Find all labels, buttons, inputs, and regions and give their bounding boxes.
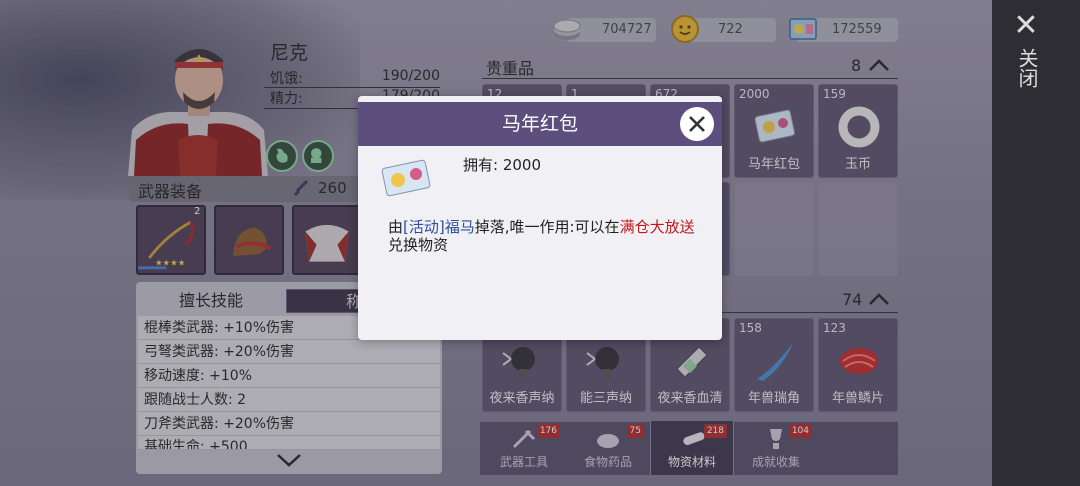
- dialog-title: 马年红包: [501, 113, 578, 135]
- red-packet-ticket-icon: [381, 159, 431, 197]
- desc-prefix: 由: [388, 218, 404, 236]
- desc-suffix: 兑换物资: [388, 236, 449, 254]
- dialog-close-button[interactable]: [680, 107, 714, 141]
- desc-event-link: 满仓大放送: [619, 218, 695, 236]
- item-description: 由[活动]福马掉落,唯一作用:可以在满仓大放送兑换物资: [388, 218, 704, 254]
- desc-mid: 掉落,唯一作用:可以在: [474, 218, 620, 236]
- close-label[interactable]: 关闭: [1014, 48, 1039, 88]
- close-icon: [689, 116, 705, 132]
- owned-count: 拥有: 2000: [463, 156, 541, 174]
- close-icon[interactable]: ✕: [1012, 11, 1040, 41]
- desc-source-link: [活动]福马: [403, 218, 475, 236]
